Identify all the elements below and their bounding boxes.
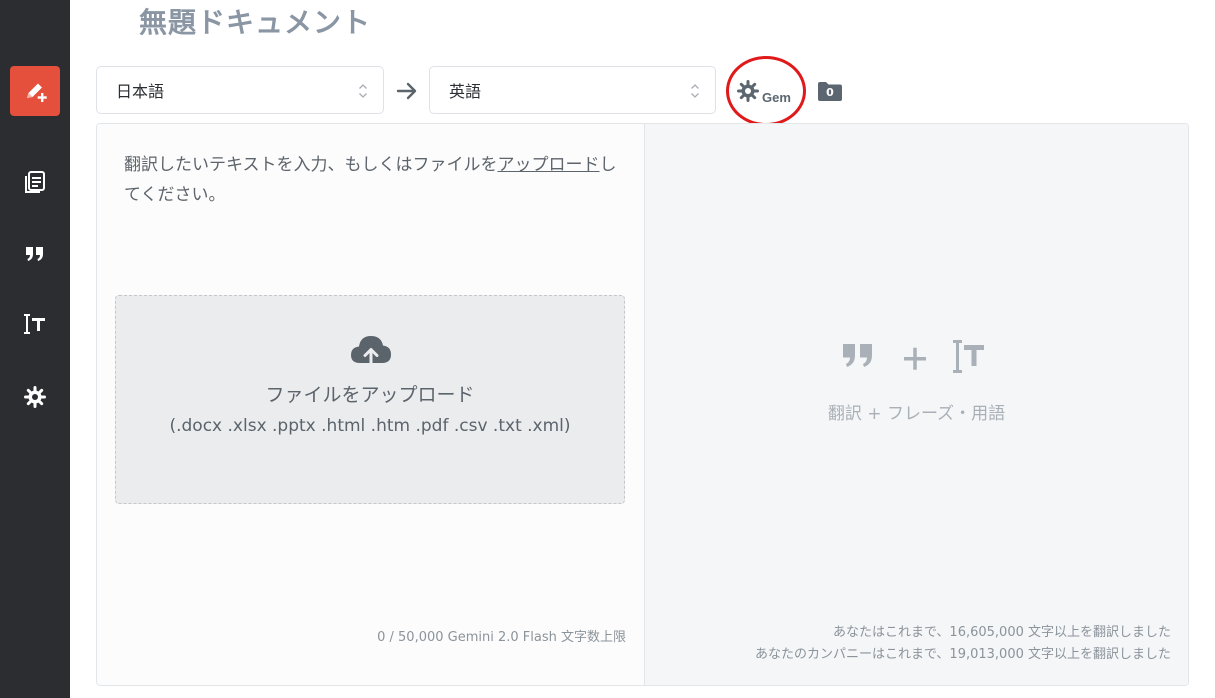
cloud-upload-icon bbox=[351, 336, 391, 367]
gem-label: Gem bbox=[762, 90, 791, 105]
placeholder-text: 翻訳したいテキストを入力、もしくはファイルを bbox=[124, 155, 498, 175]
file-upload-dropzone[interactable]: ファイルをアップロード (.docx .xlsx .pptx .html .ht… bbox=[115, 295, 625, 504]
character-count: 0 / 50,000 Gemini 2.0 Flash 文字数上限 bbox=[377, 630, 626, 645]
phrase-glossary-icons bbox=[843, 340, 984, 373]
translation-stats: あなたはこれまで、16,605,000 文字以上を翻訳しました あなたのカンパニ… bbox=[755, 622, 1171, 666]
sidebar-item-settings[interactable] bbox=[10, 372, 60, 422]
source-language-value: 日本語 bbox=[116, 82, 165, 101]
translation-panel: 翻訳したいテキストを入力、もしくはファイルをアップロードしてください。 ファイル… bbox=[96, 123, 1189, 686]
upload-title: ファイルをアップロード bbox=[265, 384, 475, 406]
plus-icon bbox=[904, 347, 926, 370]
sidebar bbox=[0, 0, 70, 698]
gear-icon bbox=[24, 386, 46, 408]
text-cursor-icon bbox=[24, 314, 45, 334]
quote-icon bbox=[26, 247, 43, 261]
chevron-updown-icon bbox=[359, 84, 367, 98]
user-stats: あなたはこれまで、16,605,000 文字以上を翻訳しました bbox=[832, 625, 1171, 640]
folder-button[interactable]: 0 bbox=[817, 80, 843, 102]
document-list-icon bbox=[25, 171, 45, 193]
sidebar-item-new-translation[interactable] bbox=[10, 66, 60, 116]
upload-file-types: (.docx .xlsx .pptx .html .htm .pdf .csv … bbox=[169, 416, 571, 436]
source-placeholder: 翻訳したいテキストを入力、もしくはファイルをアップロードしてください。 bbox=[124, 150, 619, 210]
quote-icon bbox=[843, 344, 872, 367]
gem-settings-button[interactable]: Gem bbox=[736, 77, 798, 109]
folder-count: 0 bbox=[826, 86, 834, 99]
target-text-area: 翻訳 + フレーズ・用語 あなたはこれまで、16,605,000 文字以上を翻訳… bbox=[645, 124, 1188, 685]
arrow-right-icon bbox=[396, 82, 417, 100]
source-language-select[interactable]: 日本語 bbox=[96, 66, 384, 114]
target-language-value: 英語 bbox=[449, 82, 482, 101]
upload-link[interactable]: アップロード bbox=[498, 155, 600, 175]
source-text-area[interactable]: 翻訳したいテキストを入力、もしくはファイルをアップロードしてください。 ファイル… bbox=[97, 124, 645, 685]
sidebar-item-documents[interactable] bbox=[10, 157, 60, 207]
chevron-updown-icon bbox=[691, 84, 699, 98]
text-cursor-icon bbox=[953, 340, 984, 373]
pen-plus-icon bbox=[27, 83, 47, 102]
sidebar-item-phrases[interactable] bbox=[10, 228, 60, 278]
target-caption: 翻訳 + フレーズ・用語 bbox=[827, 404, 1006, 424]
page-title[interactable]: 無題ドキュメント bbox=[139, 3, 371, 43]
sidebar-item-glossary[interactable] bbox=[10, 299, 60, 349]
gear-icon bbox=[737, 80, 759, 102]
company-stats: あなたのカンパニーはこれまで、19,013,000 文字以上を翻訳しました bbox=[754, 647, 1171, 662]
target-language-select[interactable]: 英語 bbox=[429, 66, 716, 114]
